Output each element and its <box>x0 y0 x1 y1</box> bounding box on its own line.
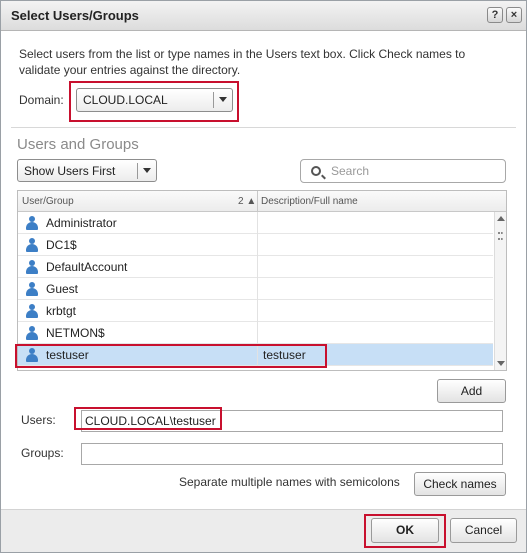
users-label: Users: <box>21 413 56 427</box>
add-button[interactable]: Add <box>437 379 506 403</box>
user-name: Administrator <box>46 216 117 230</box>
cell-separator <box>257 300 258 322</box>
ok-highlight-box <box>364 514 446 548</box>
user-name: DC1$ <box>46 238 77 252</box>
cell-separator <box>257 256 258 278</box>
cell-separator <box>257 278 258 300</box>
cell-separator <box>257 234 258 256</box>
cell-separator <box>257 212 258 234</box>
table-row[interactable]: Guest <box>18 278 493 300</box>
table-row[interactable]: krbtgt <box>18 300 493 322</box>
domain-dropdown[interactable]: CLOUD.LOCAL <box>76 88 233 112</box>
instructions-text: Select users from the list or type names… <box>19 47 466 77</box>
user-icon <box>26 326 38 340</box>
user-icon <box>26 216 38 230</box>
title-bar: Select Users/Groups ? × <box>1 1 526 31</box>
column-header-description[interactable]: Description/Full name <box>261 196 358 207</box>
column-separator[interactable] <box>257 191 258 212</box>
user-icon <box>26 304 38 318</box>
chevron-down-icon <box>143 168 151 173</box>
users-highlight-box <box>74 407 222 430</box>
dialog-footer <box>1 509 526 552</box>
cancel-button[interactable]: Cancel <box>450 518 517 543</box>
selected-row-highlight-box <box>15 344 327 368</box>
section-title: Users and Groups <box>17 136 139 153</box>
groups-input[interactable] <box>81 443 503 465</box>
domain-selected-value: CLOUD.LOCAL <box>83 93 168 107</box>
user-name: DefaultAccount <box>46 260 128 274</box>
table-scrollbar[interactable] <box>494 212 506 370</box>
dropdown-separator <box>213 92 214 108</box>
cell-separator <box>257 322 258 344</box>
help-button[interactable]: ? <box>487 7 503 23</box>
filter-selected-value: Show Users First <box>24 164 116 178</box>
user-name: NETMON$ <box>46 326 105 340</box>
domain-label: Domain: <box>19 93 64 107</box>
sort-indicator[interactable]: 2 ▲ <box>238 196 256 207</box>
check-names-button[interactable]: Check names <box>414 472 506 496</box>
filter-dropdown[interactable]: Show Users First <box>17 159 157 182</box>
user-icon <box>26 282 38 296</box>
section-divider <box>11 127 516 128</box>
scroll-down-icon[interactable] <box>497 361 505 366</box>
chevron-down-icon <box>219 97 227 102</box>
search-box[interactable] <box>300 159 506 183</box>
table-row[interactable]: NETMON$ <box>18 322 493 344</box>
scroll-up-icon[interactable] <box>497 216 505 221</box>
user-icon <box>26 260 38 274</box>
user-name: Guest <box>46 282 79 296</box>
scroll-grip-icon[interactable] <box>498 232 503 240</box>
table-rows: Administrator DC1$ DefaultAccount Guest <box>18 212 493 366</box>
user-name: krbtgt <box>46 304 77 318</box>
search-input[interactable] <box>331 163 501 179</box>
search-icon <box>311 166 321 176</box>
dialog-title: Select Users/Groups <box>11 8 139 23</box>
separator-hint: Separate multiple names with semicolons <box>179 475 400 489</box>
groups-label: Groups: <box>21 446 64 460</box>
table-row[interactable]: Administrator <box>18 212 493 234</box>
close-button[interactable]: × <box>506 7 522 23</box>
table-row[interactable]: DC1$ <box>18 234 493 256</box>
table-row[interactable]: DefaultAccount <box>18 256 493 278</box>
select-users-groups-dialog: Select Users/Groups ? × Select users fro… <box>0 0 527 553</box>
dropdown-separator <box>137 163 138 179</box>
user-icon <box>26 238 38 252</box>
table-header: User/Group 2 ▲ Description/Full name <box>18 191 506 212</box>
column-header-user-group[interactable]: User/Group <box>22 196 74 207</box>
